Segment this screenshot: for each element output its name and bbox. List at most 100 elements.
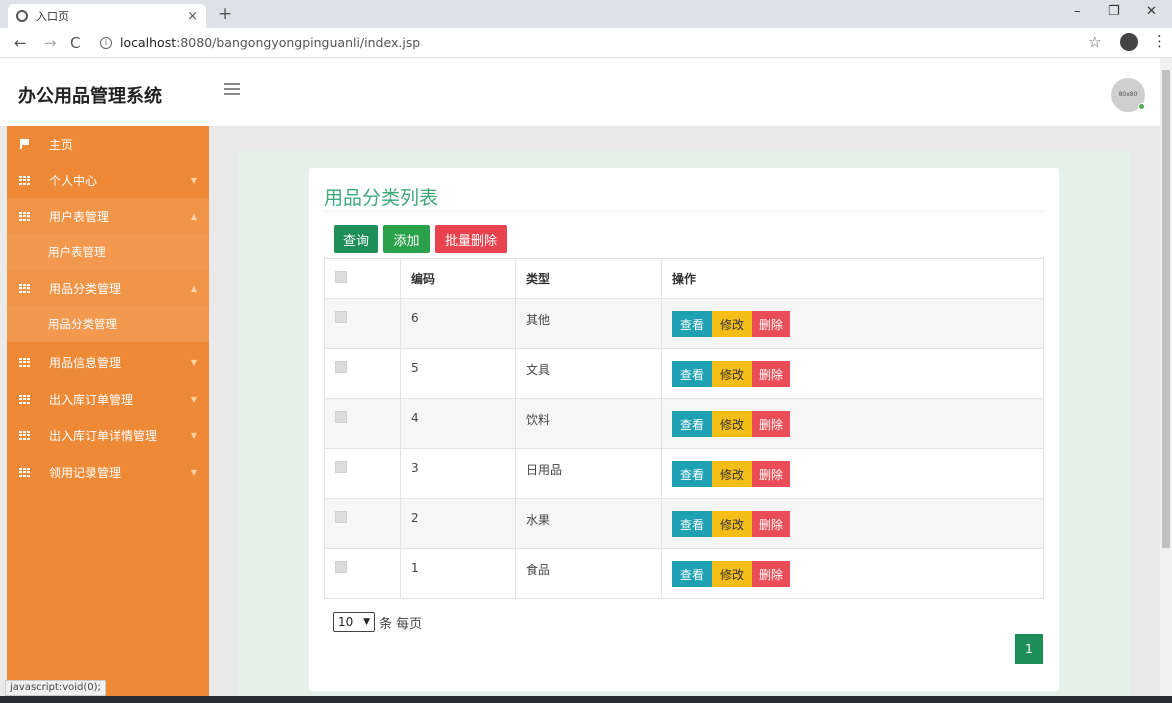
row-select-cell xyxy=(324,498,401,549)
cell-code: 3 xyxy=(400,448,516,499)
brand-title: 办公用品管理系统 xyxy=(18,86,162,107)
sidebar-item-product-info[interactable]: 用品信息管理 ▼ xyxy=(7,344,209,380)
menu-kebab-icon[interactable]: ⋮ xyxy=(1152,32,1167,50)
chevron-down-icon: ▼ xyxy=(190,394,197,404)
scrollbar-thumb[interactable] xyxy=(1162,70,1170,548)
add-button[interactable]: 添加 xyxy=(383,225,430,253)
sidebar-item-home[interactable]: 主页 xyxy=(7,126,209,162)
view-button[interactable]: 查看 xyxy=(672,511,712,537)
sidebar-item-stock-order-details[interactable]: 出入库订单详情管理 ▼ xyxy=(7,417,209,453)
sidebar-item-label: 领用记录管理 xyxy=(49,465,122,480)
maximize-button[interactable]: ❐ xyxy=(1108,4,1120,19)
table-row: 5 文具 查看 修改 删除 xyxy=(324,348,1044,399)
cell-type: 文具 xyxy=(515,348,662,399)
grid-icon xyxy=(19,430,30,440)
globe-icon xyxy=(16,10,28,22)
view-button[interactable]: 查看 xyxy=(672,311,712,337)
delete-button[interactable]: 删除 xyxy=(752,461,790,487)
row-select-cell xyxy=(324,298,401,349)
sidebar-item-usage-records[interactable]: 领用记录管理 ▼ xyxy=(7,454,209,490)
view-button[interactable]: 查看 xyxy=(672,461,712,487)
edit-button[interactable]: 修改 xyxy=(712,311,752,337)
select-all-checkbox[interactable] xyxy=(335,271,347,283)
edit-button[interactable]: 修改 xyxy=(712,511,752,537)
delete-button[interactable]: 删除 xyxy=(752,411,790,437)
batch-delete-button[interactable]: 批量删除 xyxy=(435,225,507,253)
sidebar-item-stock-orders[interactable]: 出入库订单管理 ▼ xyxy=(7,381,209,417)
new-tab-button[interactable]: + xyxy=(218,4,232,24)
table-row: 1 食品 查看 修改 删除 xyxy=(324,548,1044,599)
row-select-cell xyxy=(324,348,401,399)
account-icon[interactable] xyxy=(1120,33,1138,51)
delete-button[interactable]: 删除 xyxy=(752,561,790,587)
bookmark-star-icon[interactable]: ☆ xyxy=(1088,33,1101,51)
sidebar-subitem-label: 用品分类管理 xyxy=(48,317,117,331)
close-window-button[interactable]: ✕ xyxy=(1146,4,1157,19)
address-bar: ← → C i localhost :8080/bangongyongpingu… xyxy=(0,28,1172,58)
row-select-cell xyxy=(324,398,401,449)
sidebar-subitem-label: 用户表管理 xyxy=(48,245,106,259)
sidebar-item-label: 个人中心 xyxy=(49,173,98,188)
online-status-icon xyxy=(1138,103,1145,110)
select-all-cell xyxy=(324,258,401,299)
view-button[interactable]: 查看 xyxy=(672,411,712,437)
chevron-down-icon: ▼ xyxy=(190,175,197,185)
page-size-value: 10 xyxy=(338,615,354,629)
cell-type: 饮料 xyxy=(515,398,662,449)
category-table: 编码 类型 操作 6 其他 查看 修改 删除 5 文具 查看 修改 删除 4 饮… xyxy=(324,258,1044,599)
forward-icon[interactable]: → xyxy=(44,34,57,52)
delete-button[interactable]: 删除 xyxy=(752,311,790,337)
sidebar-item-label: 出入库订单管理 xyxy=(49,392,134,407)
avatar[interactable]: 80x80 xyxy=(1111,78,1145,112)
back-icon[interactable]: ← xyxy=(14,34,27,52)
tab-close-icon[interactable]: × xyxy=(187,9,198,24)
sidebar-subitem-category-management[interactable]: 用品分类管理 xyxy=(7,306,209,342)
url-host: localhost xyxy=(120,35,177,50)
row-checkbox[interactable] xyxy=(335,561,347,573)
cell-actions: 查看 修改 删除 xyxy=(661,548,1044,599)
chevron-down-icon: ▼ xyxy=(363,617,370,627)
reload-icon[interactable]: C xyxy=(70,34,80,52)
view-button[interactable]: 查看 xyxy=(672,361,712,387)
table-row: 2 水果 查看 修改 删除 xyxy=(324,498,1044,549)
minimize-button[interactable]: – xyxy=(1074,4,1081,19)
sidebar-item-category-management[interactable]: 用品分类管理 ▲ xyxy=(7,270,209,306)
view-button[interactable]: 查看 xyxy=(672,561,712,587)
row-checkbox[interactable] xyxy=(335,511,347,523)
page-title: 用品分类列表 xyxy=(324,187,439,209)
edit-button[interactable]: 修改 xyxy=(712,361,752,387)
chevron-up-icon: ▲ xyxy=(190,283,197,293)
page-size-select[interactable]: 10 ▼ xyxy=(333,612,375,632)
info-icon[interactable]: i xyxy=(100,36,112,49)
url-field[interactable]: i localhost :8080/bangongyongpinguanli/i… xyxy=(100,35,420,50)
sidebar-item-personal-center[interactable]: 个人中心 ▼ xyxy=(7,162,209,198)
chevron-down-icon: ▼ xyxy=(190,357,197,367)
row-checkbox[interactable] xyxy=(335,311,347,323)
category-list-card: 用品分类列表 查询 添加 批量删除 编码 类型 操作 6 其他 查看 修改 删除 xyxy=(309,168,1059,691)
delete-button[interactable]: 删除 xyxy=(752,511,790,537)
row-checkbox[interactable] xyxy=(335,461,347,473)
query-button[interactable]: 查询 xyxy=(334,225,378,253)
sidebar-item-user-management[interactable]: 用户表管理 ▲ xyxy=(7,198,209,234)
hamburger-menu-icon[interactable] xyxy=(224,83,240,95)
edit-button[interactable]: 修改 xyxy=(712,461,752,487)
header-code: 编码 xyxy=(400,258,516,299)
cell-type: 日用品 xyxy=(515,448,662,499)
cell-code: 2 xyxy=(400,498,516,549)
sidebar-item-label: 出入库订单详情管理 xyxy=(49,428,158,443)
sidebar-subitem-user-management[interactable]: 用户表管理 xyxy=(7,234,209,270)
delete-button[interactable]: 删除 xyxy=(752,361,790,387)
page-size-suffix: 条 每页 xyxy=(379,616,423,632)
chevron-down-icon: ▼ xyxy=(190,430,197,440)
grid-icon xyxy=(19,394,30,404)
row-checkbox[interactable] xyxy=(335,361,347,373)
pagination-page-button[interactable]: 1 xyxy=(1015,634,1043,664)
browser-tab[interactable]: 入口页 × xyxy=(8,4,206,28)
cell-code: 5 xyxy=(400,348,516,399)
edit-button[interactable]: 修改 xyxy=(712,561,752,587)
row-checkbox[interactable] xyxy=(335,411,347,423)
flag-icon xyxy=(20,139,30,149)
edit-button[interactable]: 修改 xyxy=(712,411,752,437)
page-scrollbar[interactable] xyxy=(1160,58,1172,696)
grid-icon xyxy=(19,283,30,293)
